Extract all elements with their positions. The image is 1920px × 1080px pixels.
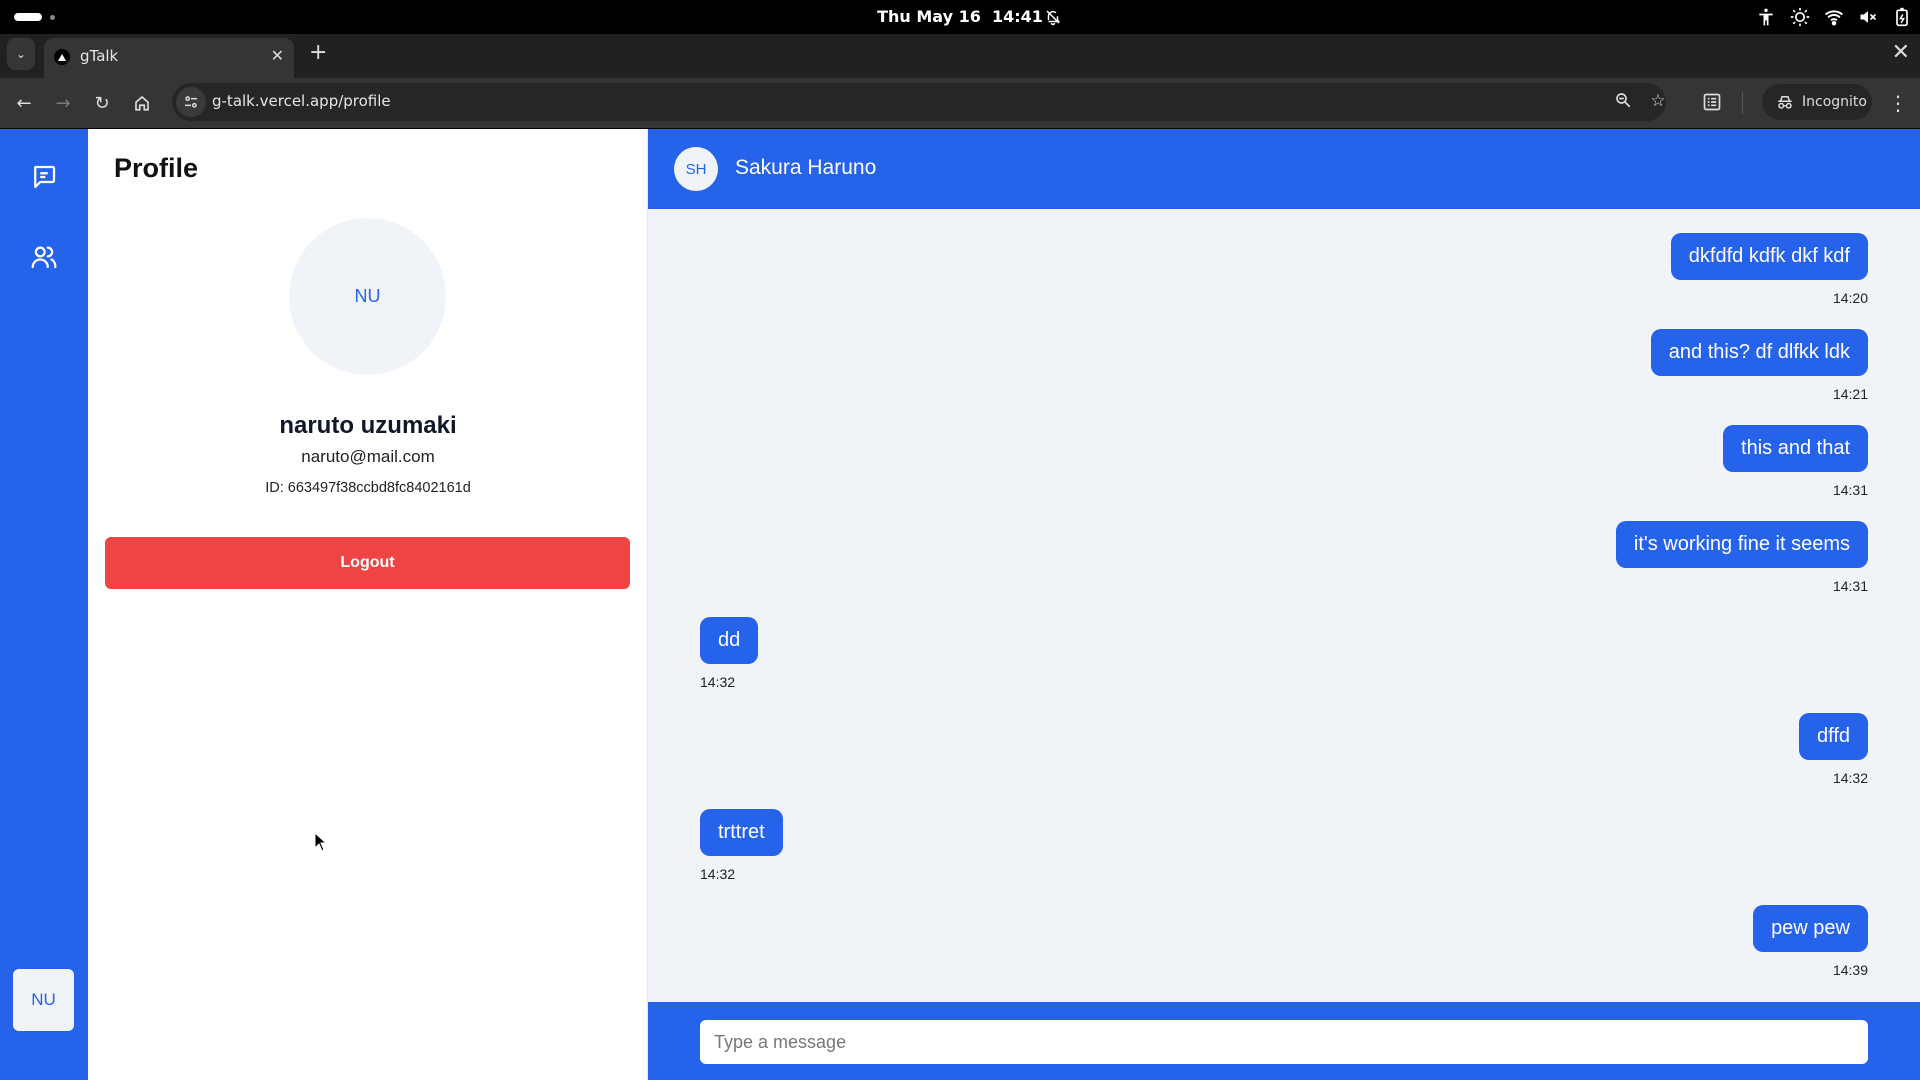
message-timestamp: 14:31: [1832, 482, 1868, 498]
forward-button[interactable]: →: [50, 90, 76, 116]
home-button[interactable]: [129, 90, 155, 116]
sidebar-item-contacts[interactable]: [29, 242, 59, 272]
reading-list-button[interactable]: [1702, 92, 1724, 114]
message-bubble[interactable]: this and that: [1723, 425, 1868, 472]
message-sent: this and that 14:31: [700, 425, 1868, 498]
volume-muted-icon: [1860, 11, 1877, 23]
clock-date: Thu May 16: [877, 7, 981, 26]
message-timestamp: 14:32: [700, 674, 736, 690]
battery-charging-icon: [1896, 7, 1908, 27]
message-timestamp: 14:39: [1832, 962, 1868, 978]
message-bubble[interactable]: and this? df dlfkk ldk: [1650, 329, 1868, 376]
incognito-label: Incognito: [1802, 94, 1867, 110]
users-icon: [31, 246, 57, 269]
notifications-off-icon: [1046, 10, 1061, 26]
incognito-badge[interactable]: Incognito: [1762, 84, 1872, 120]
tab-search-button[interactable]: ⌄: [7, 38, 35, 70]
message-list[interactable]: dkfdfd kdfk dkf kdf 14:20 and this? df dlf…: [700, 209, 1868, 1002]
new-tab-button[interactable]: +: [309, 40, 327, 65]
bookmark-button[interactable]: ☆: [1647, 91, 1669, 113]
chat-panel: SH Sakura Haruno dkfdfd kdfk dkf kdf 14:2…: [648, 129, 1920, 1080]
message-bubble[interactable]: dkfdfd kdfk dkf kdf: [1670, 233, 1868, 280]
toolbar-separator: [1742, 92, 1743, 114]
message-timestamp: 14:21: [1832, 386, 1868, 402]
zoom-button[interactable]: [1612, 91, 1634, 113]
contact-avatar[interactable]: SH: [674, 147, 718, 191]
tab-title: gTalk: [80, 47, 119, 65]
message-timestamp: 14:31: [1832, 578, 1868, 594]
wifi-icon: [1825, 10, 1843, 26]
message-bubble[interactable]: trttret: [700, 809, 783, 856]
site-info-button[interactable]: [176, 87, 206, 117]
reading-list-icon: [1703, 93, 1721, 111]
profile-avatar: NU: [289, 218, 446, 375]
message-sent: dkfdfd kdfk dkf kdf 14:20: [700, 233, 1868, 306]
message-bubble[interactable]: dffd: [1799, 713, 1868, 760]
address-bar[interactable]: g-talk.vercel.app/profile ☆: [172, 83, 1666, 121]
reload-icon: ↻: [94, 92, 110, 114]
contact-name[interactable]: Sakura Haruno: [735, 156, 876, 180]
window-close-button[interactable]: ✕: [1892, 40, 1910, 65]
chat-header: SH Sakura Haruno: [648, 129, 1920, 209]
reload-button[interactable]: ↻: [89, 90, 115, 116]
message-received: dd 14:32: [700, 617, 1868, 690]
message-timestamp: 14:32: [700, 866, 736, 882]
message-timestamp: 14:20: [1832, 290, 1868, 306]
chevron-down-icon: ⌄: [15, 47, 27, 61]
browser-tab-gtalk[interactable]: gTalk ✕: [44, 38, 294, 78]
profile-email: naruto@mail.com: [301, 447, 435, 466]
message-sent: it's working fine it seems 14:31: [700, 521, 1868, 594]
chat-icon: [33, 165, 56, 189]
message-bubble[interactable]: pew pew: [1753, 905, 1868, 952]
night-light-icon: [1790, 7, 1810, 27]
star-icon: ☆: [1650, 91, 1666, 111]
message-bubble[interactable]: dd: [700, 617, 759, 664]
profile-name: naruto uzumaki: [279, 412, 457, 439]
page-title: Profile: [114, 153, 199, 183]
left-nav-rail: NU: [0, 129, 88, 1080]
clock[interactable]: Thu May 16 14:41: [0, 0, 1920, 34]
tab-close-icon[interactable]: ✕: [271, 46, 284, 65]
kebab-menu-icon: ⋮: [1888, 91, 1908, 115]
mouse-cursor-icon: [314, 832, 328, 852]
vercel-favicon-icon: [54, 49, 70, 65]
accessibility-icon: [1759, 8, 1773, 26]
url-text[interactable]: g-talk.vercel.app/profile: [212, 92, 391, 110]
incognito-icon: [1778, 96, 1792, 109]
browser-menu-button[interactable]: ⋮: [1888, 90, 1908, 116]
message-composer: [648, 1002, 1920, 1080]
message-sent: dffd 14:32: [700, 713, 1868, 786]
message-sent: and this? df dlfkk ldk 14:21: [700, 329, 1868, 402]
message-received: trttret 14:32: [700, 809, 1868, 882]
current-user-avatar[interactable]: NU: [13, 969, 74, 1031]
arrow-left-icon: ←: [16, 92, 32, 114]
clock-time: 14:41: [991, 7, 1043, 26]
profile-id: ID: 663497f38ccbd8fc8402161d: [265, 480, 471, 496]
browser-tab-strip: ⌄ gTalk ✕ + ✕: [0, 34, 1920, 78]
message-input[interactable]: [700, 1020, 1868, 1064]
zoom-out-icon: [1616, 93, 1631, 108]
message-bubble[interactable]: it's working fine it seems: [1615, 521, 1868, 568]
sidebar-item-chats[interactable]: [29, 162, 59, 192]
system-tray[interactable]: [1756, 6, 1912, 28]
back-button[interactable]: ←: [11, 90, 37, 116]
profile-panel: Profile NU naruto uzumaki naruto@mail.co…: [88, 129, 648, 1080]
arrow-right-icon: →: [55, 92, 71, 114]
message-timestamp: 14:32: [1832, 770, 1868, 786]
tune-icon: [185, 96, 197, 108]
home-icon: [135, 95, 149, 111]
browser-toolbar: ← → ↻ g-talk.vercel.app/profile ☆ Incogn…: [0, 78, 1920, 128]
system-top-bar: Thu May 16 14:41: [0, 0, 1920, 34]
logout-button[interactable]: Logout: [105, 537, 630, 589]
message-sent: pew pew 14:39: [700, 905, 1868, 978]
gtalk-app: NU Profile NU naruto uzumaki naruto@mail…: [0, 129, 1920, 1080]
